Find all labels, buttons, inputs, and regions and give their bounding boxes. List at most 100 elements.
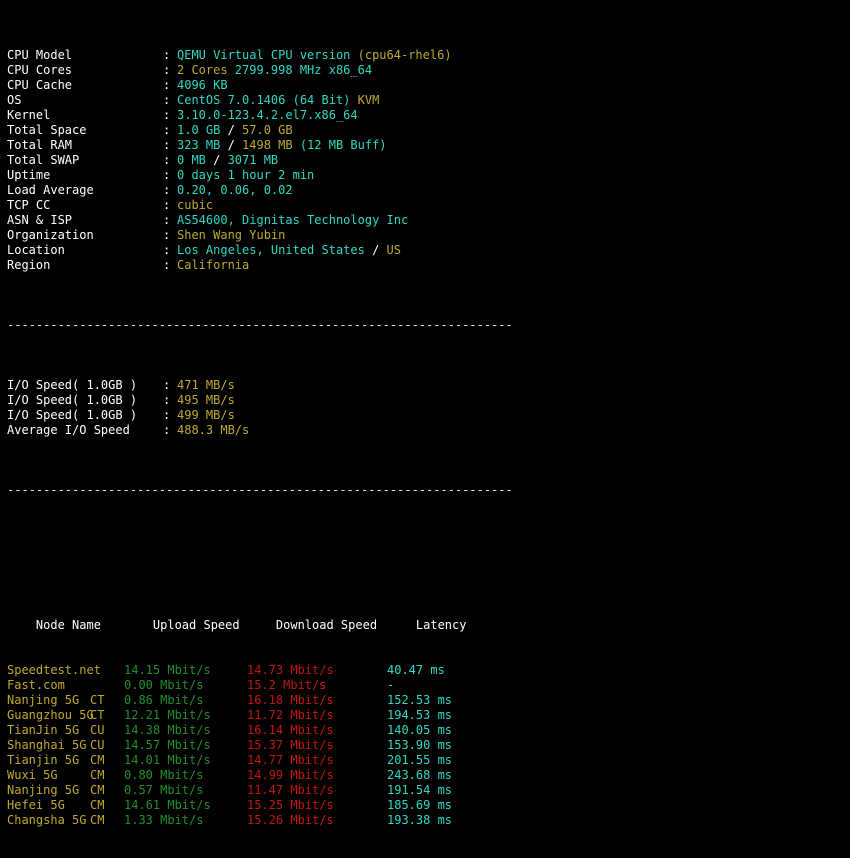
cell-download-speed: 11.72 Mbit/s — [247, 708, 334, 722]
info-row: CPU Cores:2 Cores 2799.998 MHz x86_64 — [7, 63, 850, 78]
info-colon: : — [163, 183, 171, 197]
cell-upload-speed: 0.80 Mbit/s — [124, 768, 204, 782]
cell-node-name: Changsha 5G CM — [7, 813, 124, 828]
info-value-part: (cpu64-rhel6) — [357, 48, 452, 62]
node-isp-tag: CM — [90, 798, 105, 812]
node-name-text: Wuxi 5G — [7, 768, 58, 782]
cell-node-name: Shanghai 5G CU — [7, 738, 124, 753]
cell-download-speed: 16.14 Mbit/s — [247, 723, 334, 737]
node-isp-tag: CM — [90, 783, 105, 797]
node-isp-tag: CM — [90, 753, 105, 767]
info-label: Organization — [7, 228, 94, 242]
cell-download-speed: 16.18 Mbit/s — [247, 693, 334, 707]
info-row: OS: CentOS 7.0.1406 (64 Bit) KVM — [7, 93, 850, 108]
info-colon: : — [163, 168, 171, 182]
info-value-part: cubic — [177, 198, 214, 212]
cell-latency: - — [387, 678, 395, 692]
node-name-text: Nanjing 5G — [7, 693, 80, 707]
info-row: Uptime:0 days 1 hour 2 min — [7, 168, 850, 183]
header-latency: Latency — [415, 618, 467, 632]
header-upload-speed: Upload Speed — [152, 618, 240, 632]
info-colon: : — [163, 123, 171, 137]
info-colon: : — [163, 93, 171, 107]
separator-line-bottom: ----------------------------------------… — [7, 483, 850, 498]
info-value-part: KVM — [357, 93, 380, 107]
io-colon: : — [163, 378, 171, 392]
info-value-part: US — [386, 243, 401, 257]
table-row: Shanghai 5G CU 14.57 Mbit/s 15.37 Mbit/s 153… — [7, 738, 850, 753]
cell-download-speed: 15.26 Mbit/s — [247, 813, 334, 827]
separator-line-top: ----------------------------------------… — [7, 318, 850, 333]
info-colon: : — [163, 78, 171, 92]
info-row: Organization: Shen Wang Yubin — [7, 228, 850, 243]
cell-download-speed: 11.47 Mbit/s — [247, 783, 334, 797]
info-value-part: 1498 MB — [242, 138, 300, 152]
info-label: Kernel — [7, 108, 51, 122]
io-label: I/O Speed( 1.0GB ) — [7, 408, 138, 422]
info-value-part: California — [177, 258, 250, 272]
header-node-name: Node Name — [35, 618, 101, 632]
info-colon: : — [163, 198, 171, 212]
info-value-part: 2799.998 MHz x86_64 — [234, 63, 373, 77]
info-value-part: 3071 MB — [227, 153, 279, 167]
info-label: Uptime — [7, 168, 51, 182]
info-row: Kernel:3.10.0-123.4.2.el7.x86_64 — [7, 108, 850, 123]
info-colon: : — [163, 213, 171, 227]
info-row: Total SWAP:0 MB / 3071 MB — [7, 153, 850, 168]
info-label: OS — [7, 93, 22, 107]
table-row: Nanjing 5G CM 0.57 Mbit/s 11.47 Mbit/s 191.5… — [7, 783, 850, 798]
info-colon: : — [163, 228, 171, 242]
info-colon: : — [163, 258, 171, 272]
cell-latency: 243.68 ms — [387, 768, 453, 782]
cell-latency: 185.69 ms — [387, 798, 453, 812]
cell-download-speed: 14.99 Mbit/s — [247, 768, 334, 782]
io-label: I/O Speed( 1.0GB ) — [7, 378, 138, 392]
node-isp-tag: CM — [90, 813, 105, 827]
info-label: CPU Cores — [7, 63, 73, 77]
node-isp-tag: CT — [90, 693, 105, 707]
node-name-text: Shanghai 5G — [7, 738, 87, 752]
node-name-text: TianJin 5G — [7, 723, 80, 737]
info-value-part: / — [227, 138, 243, 152]
io-colon: : — [163, 408, 171, 422]
info-row: Total Space:1.0 GB / 57.0 GB — [7, 123, 850, 138]
cell-upload-speed: 1.33 Mbit/s — [124, 813, 204, 827]
info-label: CPU Model — [7, 48, 73, 62]
info-row: CPU Model: QEMU Virtual CPU version (cpu6… — [7, 48, 850, 63]
cell-node-name: TianJin 5G CU — [7, 723, 124, 738]
cell-latency: 153.90 ms — [387, 738, 453, 752]
io-colon: : — [163, 393, 171, 407]
cell-upload-speed: 14.01 Mbit/s — [124, 753, 211, 767]
cell-upload-speed: 0.86 Mbit/s — [124, 693, 204, 707]
table-row: TianJin 5G CU 14.38 Mbit/s 16.14 Mbit/s 140.… — [7, 723, 850, 738]
info-value-part: / — [227, 123, 243, 137]
info-colon: : — [163, 63, 171, 77]
info-row: Location: Los Angeles, United States / US — [7, 243, 850, 258]
info-label: Location — [7, 243, 65, 257]
cell-latency: 140.05 ms — [387, 723, 453, 737]
cell-upload-speed: 14.61 Mbit/s — [124, 798, 211, 812]
cell-node-name: Nanjing 5G CT — [7, 693, 124, 708]
io-speed-block: I/O Speed( 1.0GB ):471 MB/s I/O Speed( 1.… — [7, 378, 850, 438]
info-value-part: (12 MB Buff) — [299, 138, 387, 152]
cell-latency: 193.38 ms — [387, 813, 453, 827]
cell-download-speed: 15.37 Mbit/s — [247, 738, 334, 752]
io-value: 488.3 MB/s — [177, 423, 250, 437]
table-row: Speedtest.net 14.15 Mbit/s 14.73 Mbit/s 40.… — [7, 663, 850, 678]
info-row: Region: California — [7, 258, 850, 273]
info-row: Total RAM:323 MB / 1498 MB (12 MB Buff) — [7, 138, 850, 153]
system-info-block: CPU Model: QEMU Virtual CPU version (cpu6… — [7, 48, 850, 273]
table-row: Guangzhou 5GCT 12.21 Mbit/s 11.72 Mbit/s 19… — [7, 708, 850, 723]
info-row: ASN & ISP: AS54600, Dignitas Technology I… — [7, 213, 850, 228]
dashed-rule: ----------------------------------------… — [7, 318, 513, 332]
node-name-text: Tianjin 5G — [7, 753, 80, 767]
info-colon: : — [163, 243, 171, 257]
info-value-part: AS54600, Dignitas Technology Inc — [177, 213, 409, 227]
header-download-speed: Download Speed — [275, 618, 378, 632]
info-colon: : — [163, 153, 171, 167]
node-name-text: Guangzhou 5G — [7, 708, 94, 722]
info-value-part: 3.10.0-123.4.2.el7.x86_64 — [177, 108, 358, 122]
info-label: Region — [7, 258, 51, 272]
terminal-window[interactable]: CPU Model: QEMU Virtual CPU version (cpu6… — [0, 0, 850, 827]
